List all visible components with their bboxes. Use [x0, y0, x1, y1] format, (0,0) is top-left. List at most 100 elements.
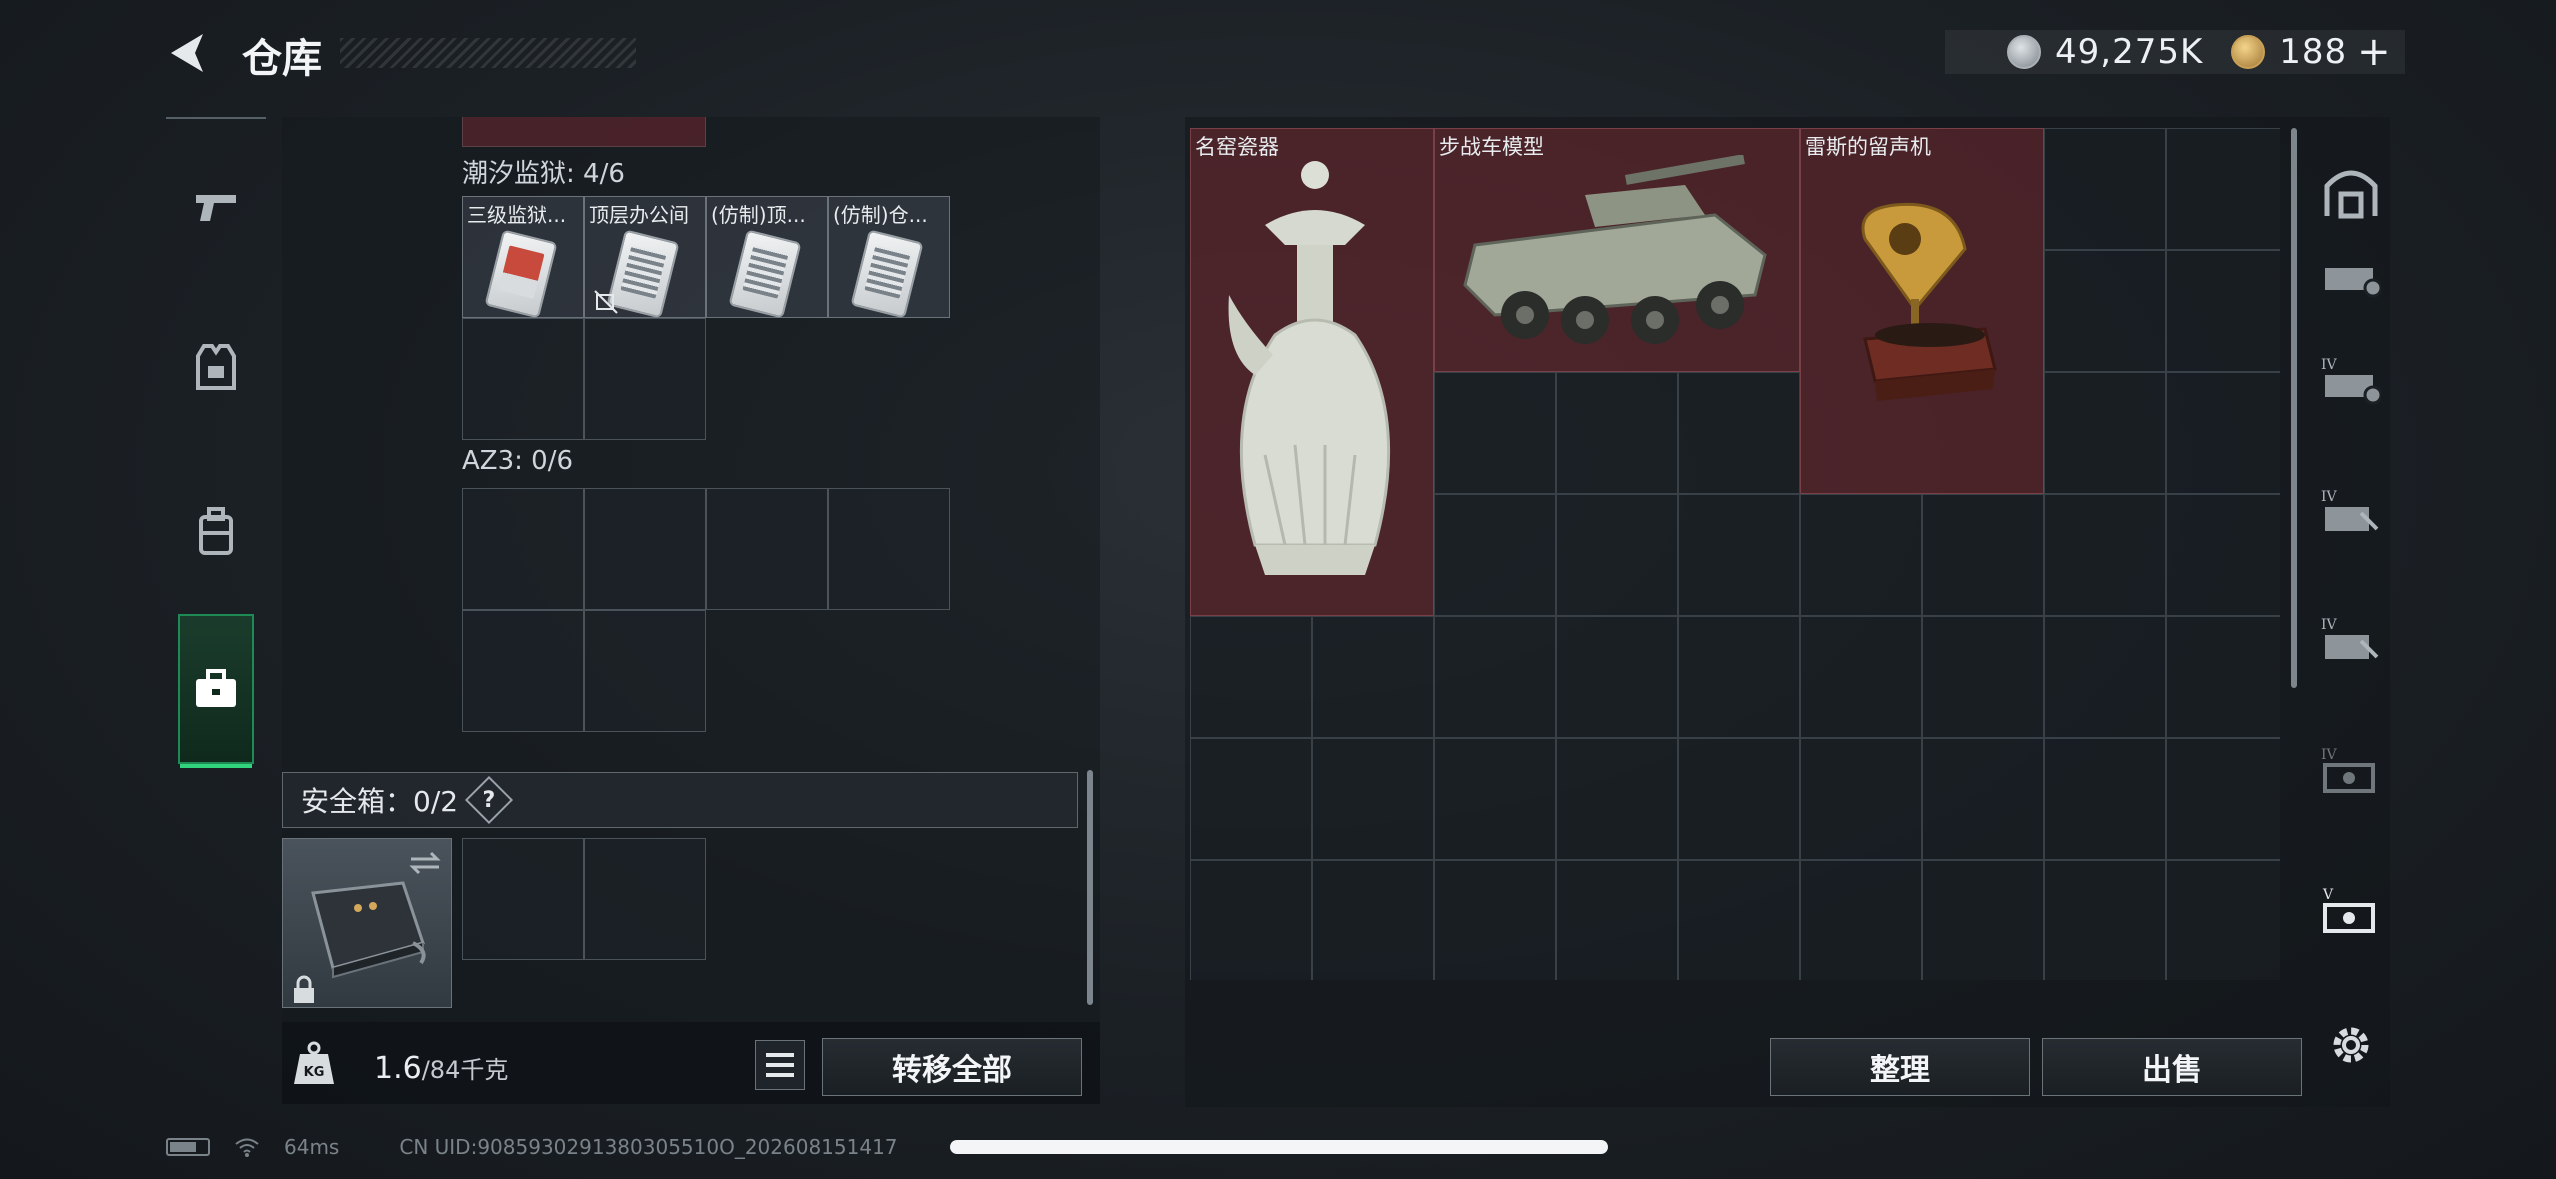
- empty-slot[interactable]: [706, 488, 828, 610]
- storage-empty-slot[interactable]: [1556, 738, 1678, 860]
- tab-container-iv[interactable]: IV: [2316, 347, 2386, 413]
- keycard-icon: [484, 229, 558, 319]
- keycard-item[interactable]: (仿制)顶...: [706, 196, 828, 319]
- keycard-icon: [850, 229, 924, 319]
- tab-vault[interactable]: [2316, 159, 2386, 225]
- gold-coin-icon: [2231, 35, 2266, 69]
- pistol-icon: [196, 195, 236, 221]
- storage-empty-slot[interactable]: [2166, 738, 2280, 860]
- tab-case-iv-2[interactable]: IV: [2316, 607, 2386, 673]
- sell-button[interactable]: 出售: [2042, 1038, 2302, 1096]
- empty-slot[interactable]: [462, 610, 584, 732]
- storage-empty-slot[interactable]: [1434, 738, 1556, 860]
- storage-item-porcelain[interactable]: 名窑瓷器: [1190, 128, 1434, 616]
- storage-empty-slot[interactable]: [1678, 372, 1800, 494]
- home-indicator[interactable]: [950, 1140, 1608, 1154]
- storage-empty-slot[interactable]: [1922, 738, 2044, 860]
- nav-armor[interactable]: [178, 329, 254, 405]
- previous-container-cells: [462, 117, 706, 147]
- empty-slot[interactable]: [584, 488, 706, 610]
- storage-empty-slot[interactable]: [2044, 372, 2166, 494]
- storage-empty-slot[interactable]: [1434, 860, 1556, 980]
- settings-gear-icon: [2333, 1027, 2369, 1063]
- swap-icon[interactable]: [407, 849, 443, 877]
- storage-empty-slot[interactable]: [1556, 372, 1678, 494]
- empty-slot[interactable]: [584, 838, 706, 960]
- storage-empty-slot[interactable]: [2044, 250, 2166, 372]
- nav-backpack[interactable]: [178, 494, 254, 570]
- storage-empty-slot[interactable]: [2166, 860, 2280, 980]
- storage-item-ifv-model[interactable]: 步战车模型: [1434, 128, 1800, 372]
- chest-tier-v-icon: V: [2322, 887, 2375, 933]
- storage-empty-slot[interactable]: [2044, 494, 2166, 616]
- status-bar: 64ms CN UID:9085930291380305510O_2026081…: [166, 1135, 898, 1159]
- storage-empty-slot[interactable]: [1312, 860, 1434, 980]
- storage-empty-slot[interactable]: [1434, 372, 1556, 494]
- storage-empty-slot[interactable]: [1434, 616, 1556, 738]
- storage-empty-slot[interactable]: [2166, 494, 2280, 616]
- storage-empty-slot[interactable]: [2166, 250, 2280, 372]
- list-view-button[interactable]: [755, 1040, 805, 1090]
- storage-item-gramophone[interactable]: 雷斯的留声机: [1800, 128, 2044, 494]
- storage-empty-slot[interactable]: [2044, 738, 2166, 860]
- settings-button[interactable]: [2316, 1012, 2386, 1078]
- currency-bar: 49,275K 188 +: [1945, 29, 2405, 75]
- add-currency-button[interactable]: +: [2357, 29, 2391, 75]
- storage-empty-slot[interactable]: [1556, 860, 1678, 980]
- empty-slot[interactable]: [584, 610, 706, 732]
- storage-empty-slot[interactable]: [2044, 616, 2166, 738]
- safe-box-grid: [462, 838, 706, 960]
- storage-empty-slot[interactable]: [1190, 616, 1312, 738]
- storage-empty-slot[interactable]: [1556, 616, 1678, 738]
- keycard-item[interactable]: 三级监狱...: [462, 196, 584, 319]
- storage-empty-slot[interactable]: [1800, 494, 1922, 616]
- keycard-item[interactable]: 顶层办公间: [584, 196, 706, 319]
- storage-empty-slot[interactable]: [1922, 860, 2044, 980]
- storage-empty-slot[interactable]: [1678, 860, 1800, 980]
- empty-slot[interactable]: [828, 488, 950, 610]
- storage-empty-slot[interactable]: [1800, 616, 1922, 738]
- empty-slot[interactable]: [462, 318, 584, 440]
- storage-empty-slot[interactable]: [1678, 616, 1800, 738]
- nav-items[interactable]: [178, 614, 254, 768]
- storage-scrollbar[interactable]: [2291, 128, 2297, 688]
- storage-empty-slot[interactable]: [1922, 494, 2044, 616]
- silver-amount: 49,275K: [2055, 32, 2204, 72]
- empty-slot[interactable]: [462, 488, 584, 610]
- storage-empty-slot[interactable]: [1678, 494, 1800, 616]
- storage-empty-slot[interactable]: [1556, 494, 1678, 616]
- storage-empty-slot[interactable]: [1312, 616, 1434, 738]
- storage-empty-slot[interactable]: [1800, 738, 1922, 860]
- sort-button[interactable]: 整理: [1770, 1038, 2030, 1096]
- keycard-item[interactable]: (仿制)仓...: [828, 196, 950, 319]
- storage-empty-slot[interactable]: [1678, 738, 1800, 860]
- storage-empty-slot[interactable]: [1922, 616, 2044, 738]
- storage-empty-slot[interactable]: [2044, 128, 2166, 250]
- left-scrollbar[interactable]: [1087, 770, 1093, 1005]
- storage-empty-slot[interactable]: [2166, 616, 2280, 738]
- transfer-all-button[interactable]: 转移全部: [822, 1038, 1082, 1096]
- help-button[interactable]: ?: [465, 775, 514, 825]
- silver-coin-icon: [2007, 35, 2041, 69]
- tab-case-iv[interactable]: IV: [2316, 479, 2386, 545]
- tab-chest-v[interactable]: V: [2316, 877, 2386, 943]
- list-icon: [766, 1053, 794, 1057]
- safe-box-slot[interactable]: [282, 838, 452, 1008]
- storage-empty-slot[interactable]: [1434, 494, 1556, 616]
- back-button[interactable]: [165, 28, 215, 78]
- storage-empty-slot[interactable]: [1190, 860, 1312, 980]
- storage-empty-slot[interactable]: [1312, 738, 1434, 860]
- storage-empty-slot[interactable]: [2166, 128, 2280, 250]
- tab-container[interactable]: [2316, 245, 2386, 311]
- storage-empty-slot[interactable]: [2044, 860, 2166, 980]
- empty-slot[interactable]: [462, 838, 584, 960]
- tab-chest-iv[interactable]: IV: [2316, 737, 2386, 803]
- nav-weapons[interactable]: [178, 169, 254, 245]
- empty-slot[interactable]: [584, 318, 706, 440]
- storage-empty-slot[interactable]: [2166, 372, 2280, 494]
- carry-weight: 1.6/84千克: [374, 1051, 509, 1086]
- page-title: 仓库: [242, 36, 322, 82]
- svg-text:IV: IV: [2321, 617, 2338, 633]
- storage-empty-slot[interactable]: [1800, 860, 1922, 980]
- storage-empty-slot[interactable]: [1190, 738, 1312, 860]
